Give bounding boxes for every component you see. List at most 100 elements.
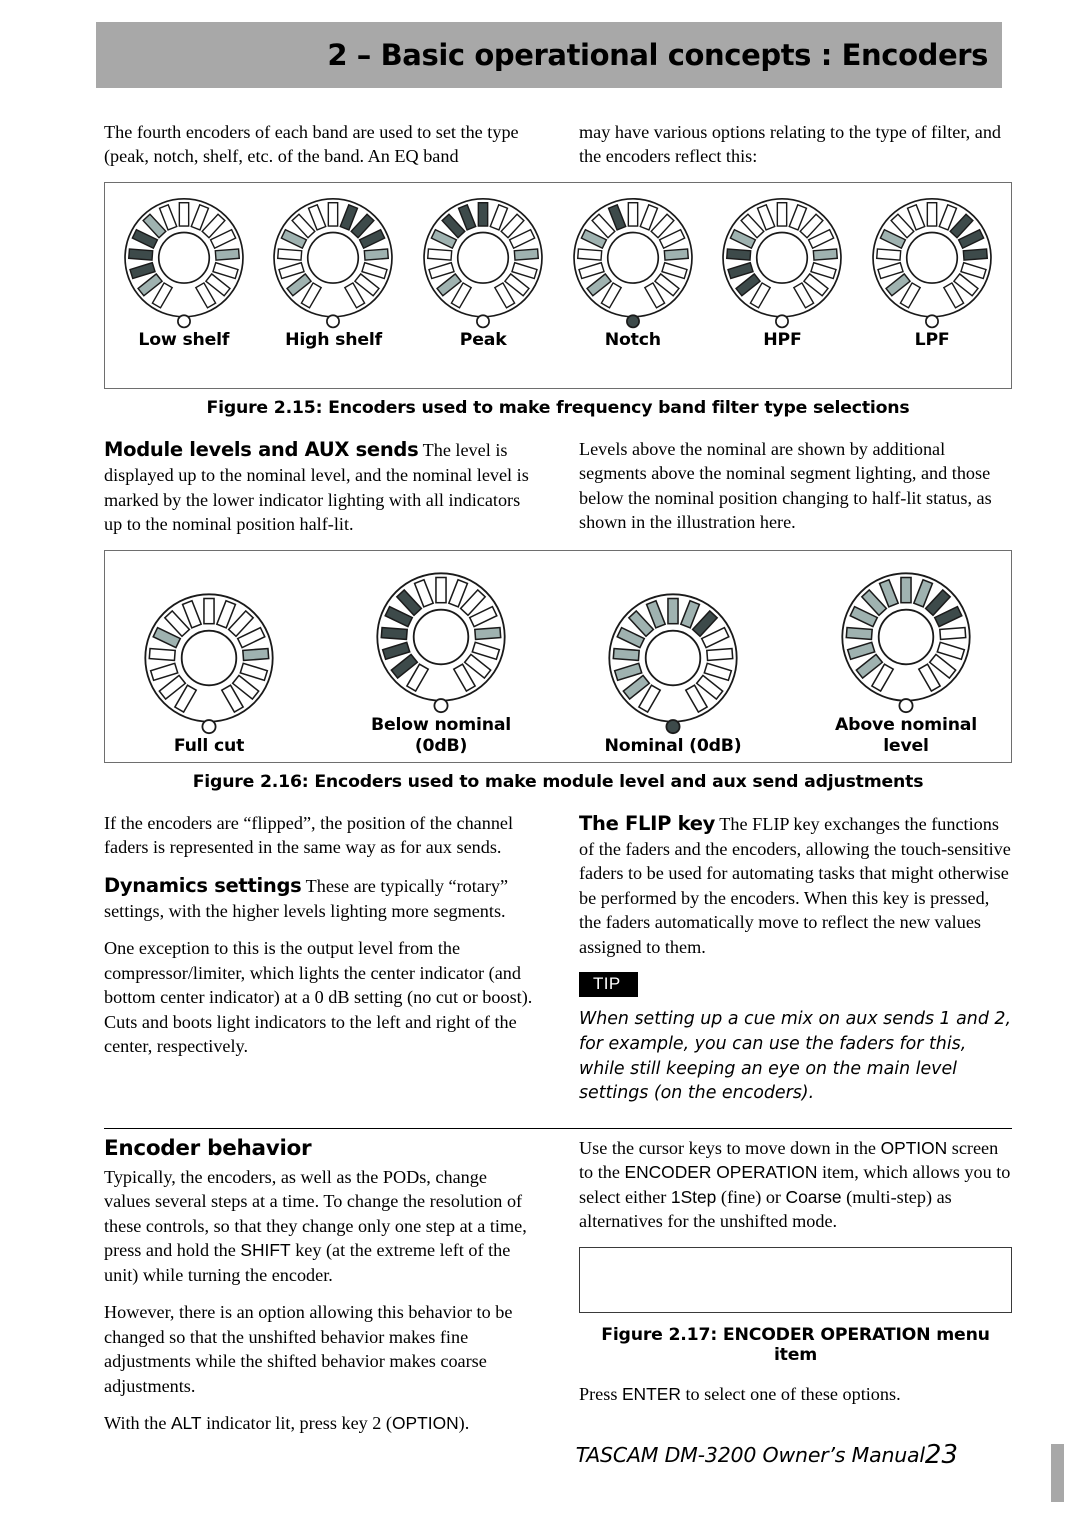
encoder-lpf[interactable]: LPF	[867, 193, 997, 352]
flip-right-column: The FLIP key The FLIP key exchanges the …	[579, 811, 1012, 1106]
encoder-ring	[568, 193, 698, 330]
encoder-label: Nominal (0dB)	[604, 736, 742, 757]
eb-r1-text-d: (fine) or	[716, 1186, 786, 1207]
dynamics-paragraph: Dynamics settings These are typically “r…	[104, 873, 537, 924]
footer-manual-name: TASCAM DM-3200 Owner’s Manual	[575, 1443, 925, 1467]
encoder-label: Full cut	[173, 736, 245, 757]
encoder-notch[interactable]: Notch	[568, 193, 698, 352]
encoder-behavior-paragraph-1: Typically, the encoders, as well as the …	[104, 1165, 537, 1287]
intro-columns: The fourth encoders of each band are use…	[104, 120, 1012, 182]
page-edge-tab	[1051, 1444, 1064, 1502]
encoder-ring	[119, 193, 249, 330]
encoder-behavior-right-column: Use the cursor keys to move down in the …	[579, 1136, 1012, 1449]
module-levels-columns: Module levels and AUX sends The level is…	[104, 437, 1012, 550]
encoder-full-cut[interactable]: Full cut	[139, 588, 279, 758]
encoder-ring-graphic	[423, 197, 543, 329]
intro-right-column: may have various options relating to the…	[579, 120, 1012, 182]
module-levels-right-column: Levels above the nominal are shown by ad…	[579, 437, 1012, 550]
coarse-option-name: Coarse	[785, 1186, 842, 1207]
flip-key-heading: The FLIP key	[579, 811, 716, 835]
figure-2-16-encoder-row: Full cut Below nominal (0dB) Nominal (0dB) A…	[115, 567, 1001, 758]
figure-2-15-box: Low shelf High shelf Peak Notch HPF LPF	[104, 181, 1012, 389]
tip-block: TIP When setting up a cue mix on aux sen…	[579, 972, 1012, 1106]
one-step-option-name: 1Step	[670, 1186, 717, 1207]
encoder-above-nominal[interactable]: Above nominal level	[835, 567, 977, 758]
encoder-label: Notch	[604, 329, 661, 350]
figure-2-15-caption: Figure 2.15: Encoders used to make frequ…	[206, 397, 910, 418]
encoder-ring-graphic	[722, 197, 843, 329]
tip-badge: TIP	[579, 972, 638, 998]
encoder-ring-graphic	[841, 571, 971, 713]
encoder-ring	[268, 193, 398, 330]
encoder-label: LPF	[914, 329, 950, 350]
eb-r2-text-b: to select one of these options.	[680, 1383, 901, 1404]
encoder-label: Peak	[459, 329, 507, 350]
encoder-nominal-0db[interactable]: Nominal (0dB)	[603, 588, 743, 758]
flip-columns: If the encoders are “flipped”, the posit…	[104, 811, 1012, 1106]
encoder-operation-menu-name: ENCODER OPERATION	[624, 1162, 818, 1183]
encoder-ring-graphic	[144, 593, 274, 735]
encoder-label-line2: (0dB)	[414, 736, 468, 757]
encoder-label: Low shelf	[138, 329, 230, 350]
encoder-high-shelf[interactable]: High shelf	[268, 193, 398, 352]
encoder-behavior-columns: Encoder behavior Typically, the encoders…	[104, 1136, 1012, 1449]
encoder-behavior-right-paragraph-2: Press ENTER to select one of these optio…	[579, 1382, 1012, 1406]
page-content: The fourth encoders of each band are use…	[104, 120, 1012, 1449]
flipped-encoders-paragraph: If the encoders are “flipped”, the posit…	[104, 812, 514, 858]
encoder-behavior-right-paragraph-1: Use the cursor keys to move down in the …	[579, 1136, 1012, 1234]
option-screen-name: OPTION	[880, 1137, 948, 1158]
module-levels-heading: Module levels and AUX sends	[104, 437, 419, 461]
eb-r2-text-a: Press	[579, 1383, 622, 1404]
encoder-peak[interactable]: Peak	[418, 193, 548, 352]
encoder-ring	[603, 588, 743, 736]
encoder-ring-graphic	[572, 197, 693, 329]
eb-p3-text-a: With the	[104, 1413, 171, 1434]
figure-2-16-box: Full cut Below nominal (0dB) Nominal (0dB) A…	[104, 549, 1012, 763]
encoder-ring	[867, 193, 997, 330]
eb-r1-text-a: Use the cursor keys to move down in the	[579, 1137, 881, 1158]
encoder-behavior-paragraph-3: With the ALT indicator lit, press key 2 …	[104, 1411, 537, 1435]
figure-2-15-encoder-row: Low shelf High shelf Peak Notch HPF LPF	[109, 193, 1007, 352]
encoder-ring-graphic	[376, 571, 506, 713]
encoder-ring-graphic	[124, 197, 244, 329]
option-key-name: OPTION	[391, 1413, 459, 1434]
figure-2-17-caption: Figure 2.17: ENCODER OPERATION menu item	[601, 1324, 990, 1365]
encoder-low-shelf[interactable]: Low shelf	[119, 193, 249, 352]
dynamics-heading: Dynamics settings	[104, 873, 302, 897]
encoder-ring	[717, 193, 847, 330]
eb-p3-text-b: indicator lit, press key 2 (	[201, 1413, 392, 1434]
footer-page-number: 23	[924, 1440, 958, 1470]
figure-2-16-caption: Figure 2.16: Encoders used to make modul…	[192, 771, 924, 792]
encoder-label: HPF	[763, 329, 802, 350]
flip-key-body: The FLIP key exchanges the functions of …	[579, 813, 1011, 957]
section-divider	[104, 1127, 1012, 1129]
page-header-band: 2 – Basic operational concepts : Encoder…	[96, 22, 1002, 88]
module-levels-paragraph: Module levels and AUX sends The level is…	[104, 437, 537, 537]
encoder-ring	[371, 567, 511, 715]
module-levels-left-column: Module levels and AUX sends The level is…	[104, 437, 537, 550]
eb-p3-text-c: ).	[458, 1413, 470, 1434]
encoder-label: Above nominal level	[834, 714, 977, 757]
page-footer: TASCAM DM-3200 Owner’s Manual23	[104, 1440, 1012, 1470]
encoder-hpf[interactable]: HPF	[717, 193, 847, 352]
encoder-below-nominal[interactable]: Below nominal (0dB)	[371, 567, 511, 758]
encoder-behavior-paragraph-2: However, there is an option allowing thi…	[104, 1302, 513, 1396]
flip-key-paragraph: The FLIP key The FLIP key exchanges the …	[579, 811, 1012, 960]
page-title: 2 – Basic operational concepts : Encoder…	[327, 38, 988, 72]
tip-body: When setting up a cue mix on aux sends 1…	[579, 1009, 1011, 1104]
encoder-ring-graphic	[608, 593, 738, 735]
flip-left-column: If the encoders are “flipped”, the posit…	[104, 811, 537, 1106]
shift-key-name: SHIFT	[240, 1240, 291, 1261]
intro-left-paragraph: The fourth encoders of each band are use…	[104, 122, 519, 167]
encoder-label: Below nominal (0dB)	[370, 714, 512, 757]
figure-2-17-screen-box	[579, 1246, 1012, 1313]
alt-indicator-name: ALT	[170, 1413, 202, 1434]
encoder-label-line2: level	[883, 736, 929, 757]
intro-left-column: The fourth encoders of each band are use…	[104, 120, 537, 182]
encoder-ring	[418, 193, 548, 330]
enter-key-name: ENTER	[621, 1383, 681, 1404]
encoder-label: High shelf	[285, 329, 382, 350]
encoder-ring	[836, 567, 976, 715]
encoder-ring-graphic	[872, 197, 992, 329]
module-levels-right-paragraph: Levels above the nominal are shown by ad…	[579, 438, 992, 533]
